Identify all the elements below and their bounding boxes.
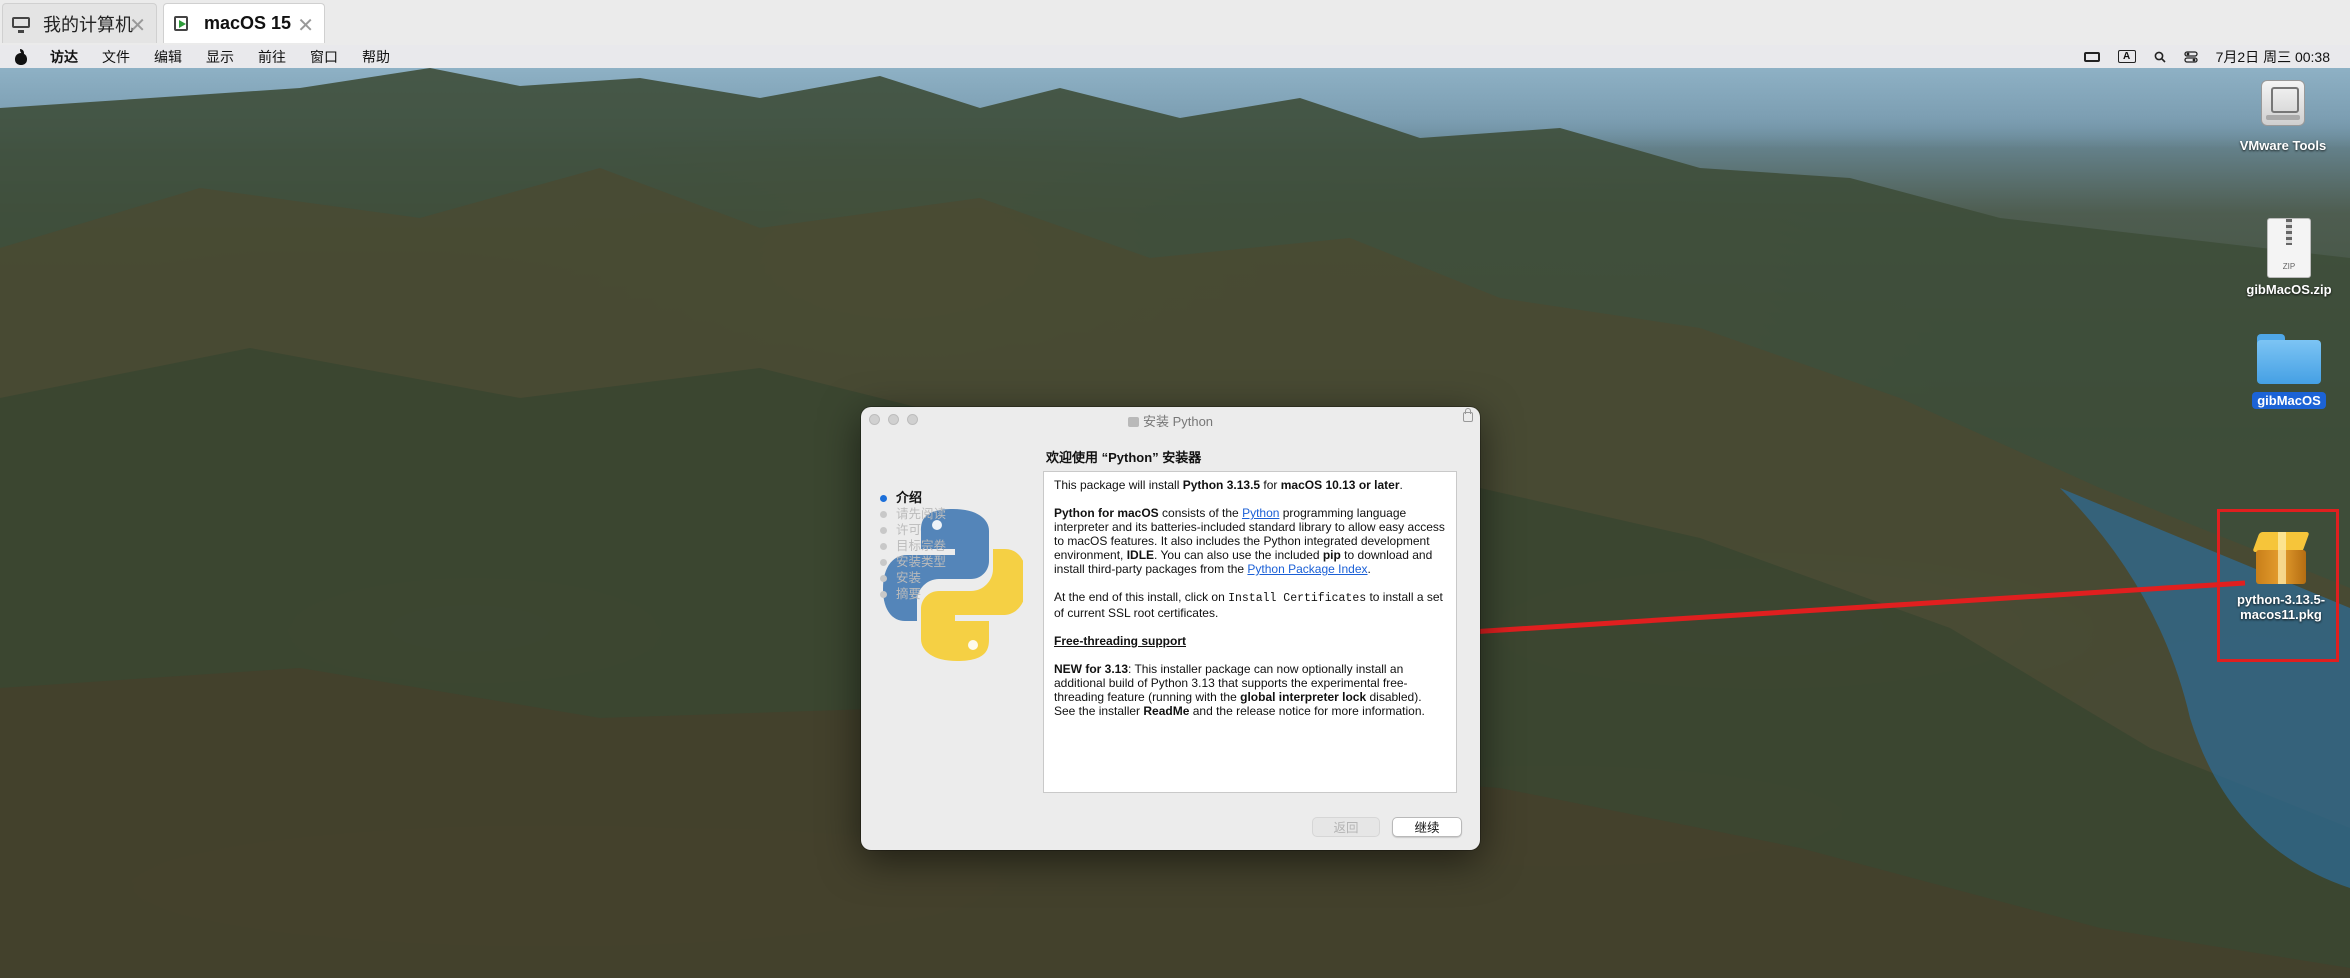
step-destination: 目标宗卷 [879, 538, 999, 554]
tab-label: 我的计算机 [43, 14, 133, 35]
disk-icon [2255, 74, 2311, 134]
step-dot-icon [880, 575, 887, 582]
pypi-link[interactable]: Python Package Index [1247, 562, 1367, 576]
step-dot-icon [880, 495, 887, 502]
input-method-icon[interactable]: A [2117, 50, 2136, 63]
close-icon[interactable]: ✕ [129, 13, 146, 38]
step-introduction: 介绍 [879, 490, 999, 506]
window-title-text: 安装 Python [1142, 414, 1214, 429]
lock-icon [1463, 408, 1473, 422]
menu-go[interactable]: 前往 [258, 47, 286, 67]
intro-paragraph: This package will install Python 3.13.5 … [1054, 478, 1403, 492]
step-summary: 摘要 [879, 586, 999, 602]
tab-my-computer[interactable]: 我的计算机 ✕ [2, 3, 157, 43]
menu-finder[interactable]: 访达 [50, 47, 78, 67]
description-paragraph: Python for macOS consists of the Python … [1054, 506, 1445, 576]
control-center-icon[interactable] [2183, 50, 2198, 63]
vm-icon [172, 15, 194, 32]
tab-macos-15[interactable]: macOS 15 ✕ [163, 3, 325, 43]
step-dot-icon [880, 511, 887, 518]
step-read-me: 请先阅读 [879, 506, 999, 522]
desktop-icon-label: gibMacOS.zip [2246, 282, 2332, 297]
menu-file[interactable]: 文件 [102, 47, 130, 67]
step-dot-icon [880, 591, 887, 598]
certificates-paragraph: At the end of this install, click on Ins… [1054, 590, 1443, 620]
installer-window: 安装 Python 欢迎使用 “Python” 安装器 介绍 请先阅读 许可 目… [861, 407, 1480, 850]
free-threading-paragraph: NEW for 3.13: This installer package can… [1054, 662, 1425, 718]
menu-edit[interactable]: 编辑 [154, 47, 182, 67]
step-dot-icon [880, 559, 887, 566]
step-license: 许可 [879, 522, 999, 538]
continue-button[interactable]: 继续 [1392, 817, 1462, 837]
annotation-highlight-box [2217, 509, 2339, 662]
back-button[interactable]: 返回 [1312, 817, 1380, 837]
desktop-icon-vmware-tools[interactable]: VMware Tools [2228, 74, 2338, 153]
vmware-tab-bar: 我的计算机 ✕ macOS 15 ✕ [0, 0, 2350, 46]
desktop-icon-label: gibMacOS [2252, 392, 2326, 409]
apple-menu-icon[interactable] [14, 48, 28, 65]
zip-file-icon: ZIP [2267, 218, 2311, 278]
step-install-type: 安装类型 [879, 554, 999, 570]
folder-icon [2255, 330, 2323, 386]
monitor-icon [11, 16, 33, 33]
window-titlebar: 安装 Python [861, 407, 1480, 431]
window-title: 安装 Python [861, 411, 1480, 430]
step-dot-icon [880, 543, 887, 550]
desktop-icon-folder[interactable]: gibMacOS [2234, 330, 2344, 410]
menu-window[interactable]: 窗口 [310, 47, 338, 67]
menu-view[interactable]: 显示 [206, 47, 234, 67]
installer-steps: 介绍 请先阅读 许可 目标宗卷 安装类型 安装 摘要 [879, 490, 999, 602]
step-install: 安装 [879, 570, 999, 586]
search-icon[interactable] [2154, 51, 2166, 63]
python-link[interactable]: Python [1242, 506, 1279, 520]
close-icon[interactable]: ✕ [297, 13, 314, 38]
desktop-icon-zip[interactable]: ZIP gibMacOS.zip [2234, 218, 2344, 297]
desktop-icon-label: VMware Tools [2239, 138, 2327, 153]
menu-bar-clock[interactable]: 7月2日 周三 00:38 [2216, 47, 2330, 67]
installer-content-pane[interactable]: This package will install Python 3.13.5 … [1043, 471, 1457, 793]
zip-badge: ZIP [2282, 262, 2296, 271]
macos-menu-bar: 访达 文件 编辑 显示 前往 窗口 帮助 A 7月2日 周三 00:38 [0, 45, 2350, 69]
tab-label: macOS 15 [204, 13, 292, 33]
menu-help[interactable]: 帮助 [362, 47, 390, 67]
screen-mirroring-icon[interactable] [2083, 51, 2100, 62]
free-threading-heading: Free-threading support [1054, 634, 1187, 648]
package-icon [1127, 417, 1139, 427]
step-dot-icon [880, 527, 887, 534]
installer-heading: 欢迎使用 “Python” 安装器 [1046, 450, 1202, 465]
